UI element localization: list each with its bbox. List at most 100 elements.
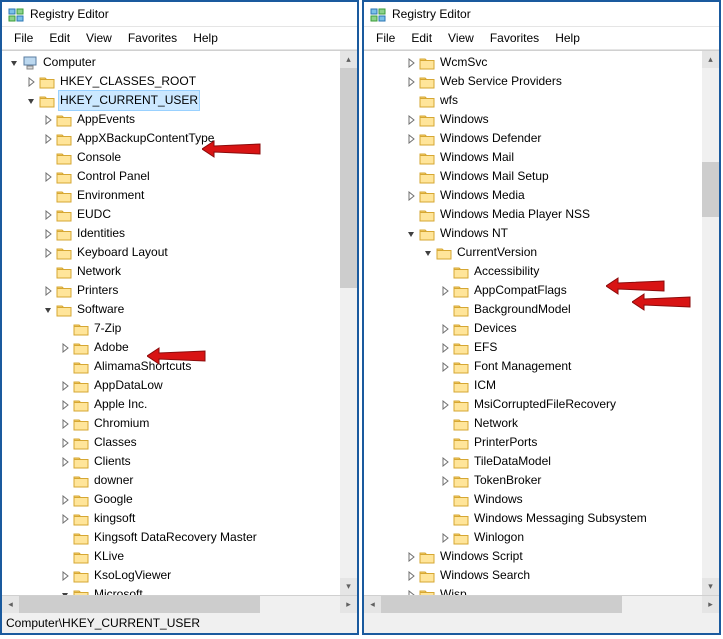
chevron-right-icon[interactable]: [439, 285, 451, 297]
chevron-right-icon[interactable]: [59, 437, 71, 449]
scroll-left-icon[interactable]: ◂: [2, 596, 19, 613]
tree-item[interactable]: 7-Zip: [4, 319, 357, 338]
tree-item[interactable]: KLive: [4, 547, 357, 566]
chevron-down-icon[interactable]: [422, 247, 434, 259]
chevron-right-icon[interactable]: [405, 190, 417, 202]
chevron-down-icon[interactable]: [59, 589, 71, 597]
tree-item[interactable]: TokenBroker: [366, 471, 719, 490]
chevron-right-icon[interactable]: [405, 57, 417, 69]
scroll-left-icon[interactable]: ◂: [364, 596, 381, 613]
chevron-right-icon[interactable]: [59, 513, 71, 525]
vertical-scrollbar[interactable]: ▴ ▾: [702, 51, 719, 595]
chevron-right-icon[interactable]: [439, 399, 451, 411]
menu-view[interactable]: View: [440, 29, 482, 47]
chevron-right-icon[interactable]: [42, 133, 54, 145]
tree-item[interactable]: HKEY_CURRENT_USER: [4, 91, 357, 110]
tree-item[interactable]: Identities: [4, 224, 357, 243]
chevron-right-icon[interactable]: [59, 456, 71, 468]
tree-item[interactable]: TileDataModel: [366, 452, 719, 471]
chevron-right-icon[interactable]: [42, 171, 54, 183]
tree-item[interactable]: Console: [4, 148, 357, 167]
chevron-right-icon[interactable]: [42, 285, 54, 297]
scroll-thumb-h[interactable]: [381, 596, 622, 613]
tree-item[interactable]: Windows Script: [366, 547, 719, 566]
scroll-down-icon[interactable]: ▾: [702, 578, 719, 595]
tree-item[interactable]: Apple Inc.: [4, 395, 357, 414]
titlebar[interactable]: Registry Editor: [364, 2, 719, 27]
tree-item[interactable]: Network: [366, 414, 719, 433]
chevron-right-icon[interactable]: [439, 532, 451, 544]
chevron-right-icon[interactable]: [59, 570, 71, 582]
menu-favorites[interactable]: Favorites: [120, 29, 185, 47]
tree-item[interactable]: Network: [4, 262, 357, 281]
chevron-right-icon[interactable]: [405, 133, 417, 145]
tree-item[interactable]: Software: [4, 300, 357, 319]
chevron-right-icon[interactable]: [42, 209, 54, 221]
menu-file[interactable]: File: [368, 29, 403, 47]
tree-item[interactable]: Keyboard Layout: [4, 243, 357, 262]
tree-item[interactable]: kingsoft: [4, 509, 357, 528]
tree-item[interactable]: AppEvents: [4, 110, 357, 129]
tree-item[interactable]: EFS: [366, 338, 719, 357]
scroll-down-icon[interactable]: ▾: [340, 578, 357, 595]
tree-item[interactable]: PrinterPorts: [366, 433, 719, 452]
tree-item[interactable]: Windows Media Player NSS: [366, 205, 719, 224]
scroll-up-icon[interactable]: ▴: [340, 51, 357, 68]
tree-item[interactable]: Accessibility: [366, 262, 719, 281]
vertical-scrollbar[interactable]: ▴ ▾: [340, 51, 357, 595]
chevron-right-icon[interactable]: [59, 399, 71, 411]
menu-file[interactable]: File: [6, 29, 41, 47]
chevron-down-icon[interactable]: [42, 304, 54, 316]
tree-item[interactable]: AppDataLow: [4, 376, 357, 395]
chevron-right-icon[interactable]: [439, 342, 451, 354]
tree-item[interactable]: AppXBackupContentType: [4, 129, 357, 148]
scroll-thumb[interactable]: [340, 68, 357, 288]
tree-item[interactable]: Clients: [4, 452, 357, 471]
tree-item[interactable]: Font Management: [366, 357, 719, 376]
chevron-right-icon[interactable]: [25, 76, 37, 88]
tree-item[interactable]: Windows Search: [366, 566, 719, 585]
tree-item[interactable]: Kingsoft DataRecovery Master: [4, 528, 357, 547]
tree-item[interactable]: ICM: [366, 376, 719, 395]
scroll-right-icon[interactable]: ▸: [340, 596, 357, 613]
tree-item[interactable]: Adobe: [4, 338, 357, 357]
menu-favorites[interactable]: Favorites: [482, 29, 547, 47]
tree-item[interactable]: downer: [4, 471, 357, 490]
tree-item[interactable]: Windows Mail: [366, 148, 719, 167]
chevron-right-icon[interactable]: [59, 494, 71, 506]
tree-item[interactable]: Control Panel: [4, 167, 357, 186]
chevron-right-icon[interactable]: [42, 247, 54, 259]
chevron-right-icon[interactable]: [42, 228, 54, 240]
tree-item[interactable]: Classes: [4, 433, 357, 452]
registry-tree[interactable]: WcmSvcWeb Service ProviderswfsWindowsWin…: [364, 51, 719, 596]
tree-item[interactable]: BackgroundModel: [366, 300, 719, 319]
scroll-thumb[interactable]: [702, 162, 719, 217]
titlebar[interactable]: Registry Editor: [2, 2, 357, 27]
horizontal-scrollbar[interactable]: ◂ ▸: [364, 596, 719, 613]
scroll-thumb-h[interactable]: [19, 596, 260, 613]
chevron-down-icon[interactable]: [8, 57, 20, 69]
tree-item[interactable]: Web Service Providers: [366, 72, 719, 91]
chevron-right-icon[interactable]: [405, 570, 417, 582]
tree-item[interactable]: Environment: [4, 186, 357, 205]
tree-item[interactable]: Windows: [366, 490, 719, 509]
tree-item[interactable]: Windows Messaging Subsystem: [366, 509, 719, 528]
chevron-down-icon[interactable]: [25, 95, 37, 107]
tree-item[interactable]: KsoLogViewer: [4, 566, 357, 585]
tree-item[interactable]: AppCompatFlags: [366, 281, 719, 300]
tree-item[interactable]: Computer: [4, 53, 357, 72]
tree-item[interactable]: MsiCorruptedFileRecovery: [366, 395, 719, 414]
tree-item[interactable]: Windows NT: [366, 224, 719, 243]
tree-item[interactable]: Wisp: [366, 585, 719, 596]
registry-tree[interactable]: ComputerHKEY_CLASSES_ROOTHKEY_CURRENT_US…: [2, 51, 357, 596]
chevron-right-icon[interactable]: [405, 589, 417, 597]
scroll-right-icon[interactable]: ▸: [702, 596, 719, 613]
tree-item[interactable]: Winlogon: [366, 528, 719, 547]
tree-item[interactable]: wfs: [366, 91, 719, 110]
tree-item[interactable]: Printers: [4, 281, 357, 300]
tree-item[interactable]: Windows Media: [366, 186, 719, 205]
chevron-right-icon[interactable]: [405, 114, 417, 126]
chevron-right-icon[interactable]: [439, 475, 451, 487]
tree-item[interactable]: CurrentVersion: [366, 243, 719, 262]
chevron-right-icon[interactable]: [439, 361, 451, 373]
